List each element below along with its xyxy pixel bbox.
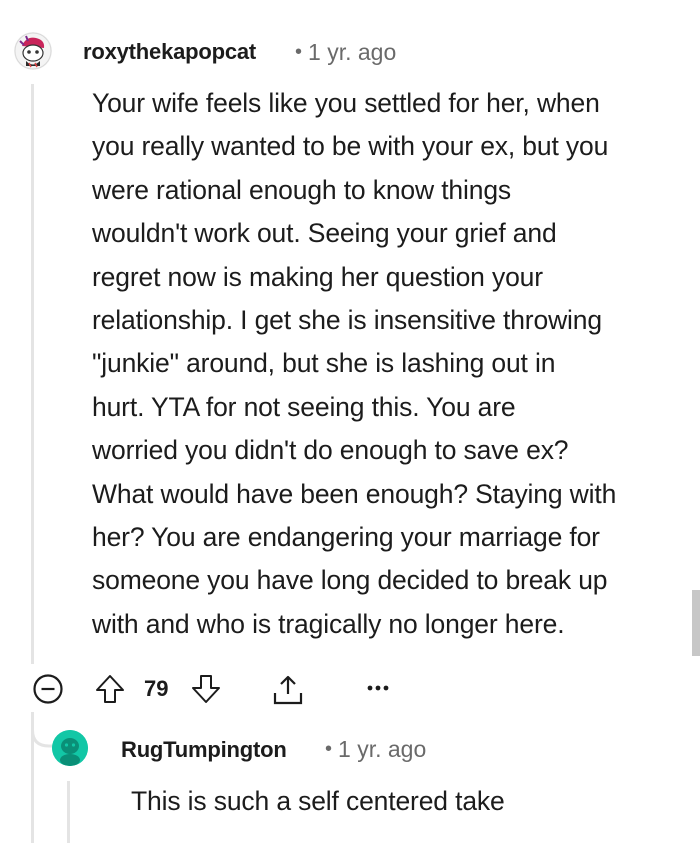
more-button[interactable] [364, 678, 392, 698]
reply-time[interactable]: 1 yr. ago [338, 736, 426, 762]
meta-separator: • [295, 41, 303, 63]
thread-line-reply[interactable] [67, 781, 70, 843]
upvote-icon [96, 675, 124, 703]
reply-username[interactable]: RugTumpington [121, 737, 287, 763]
collapse-icon [33, 674, 63, 704]
comment-meta: • 1 yr. ago [295, 39, 396, 66]
comment-username[interactable]: roxythekapopcat [83, 39, 256, 65]
comment-time[interactable]: 1 yr. ago [308, 39, 396, 65]
avatar[interactable] [14, 32, 52, 70]
vote-score: 79 [144, 676, 169, 701]
reply-avatar[interactable] [52, 730, 88, 766]
downvote-icon [192, 675, 220, 703]
collapse-button[interactable] [32, 673, 64, 705]
snoo-avatar-icon [52, 730, 88, 766]
scrollbar-thumb[interactable] [692, 590, 700, 656]
more-icon [367, 685, 389, 691]
downvote-button[interactable] [188, 672, 224, 706]
reply-body: This is such a self centered take [131, 786, 505, 816]
comment-body: Your wife feels like you settled for her… [92, 88, 617, 639]
share-button[interactable] [270, 672, 306, 708]
upvote-button[interactable] [92, 672, 128, 706]
reply-meta: • 1 yr. ago [325, 736, 426, 763]
meta-separator: • [325, 738, 333, 760]
snoo-avatar-icon [14, 32, 52, 70]
thread-line-main[interactable] [31, 84, 34, 664]
share-icon [273, 675, 303, 705]
